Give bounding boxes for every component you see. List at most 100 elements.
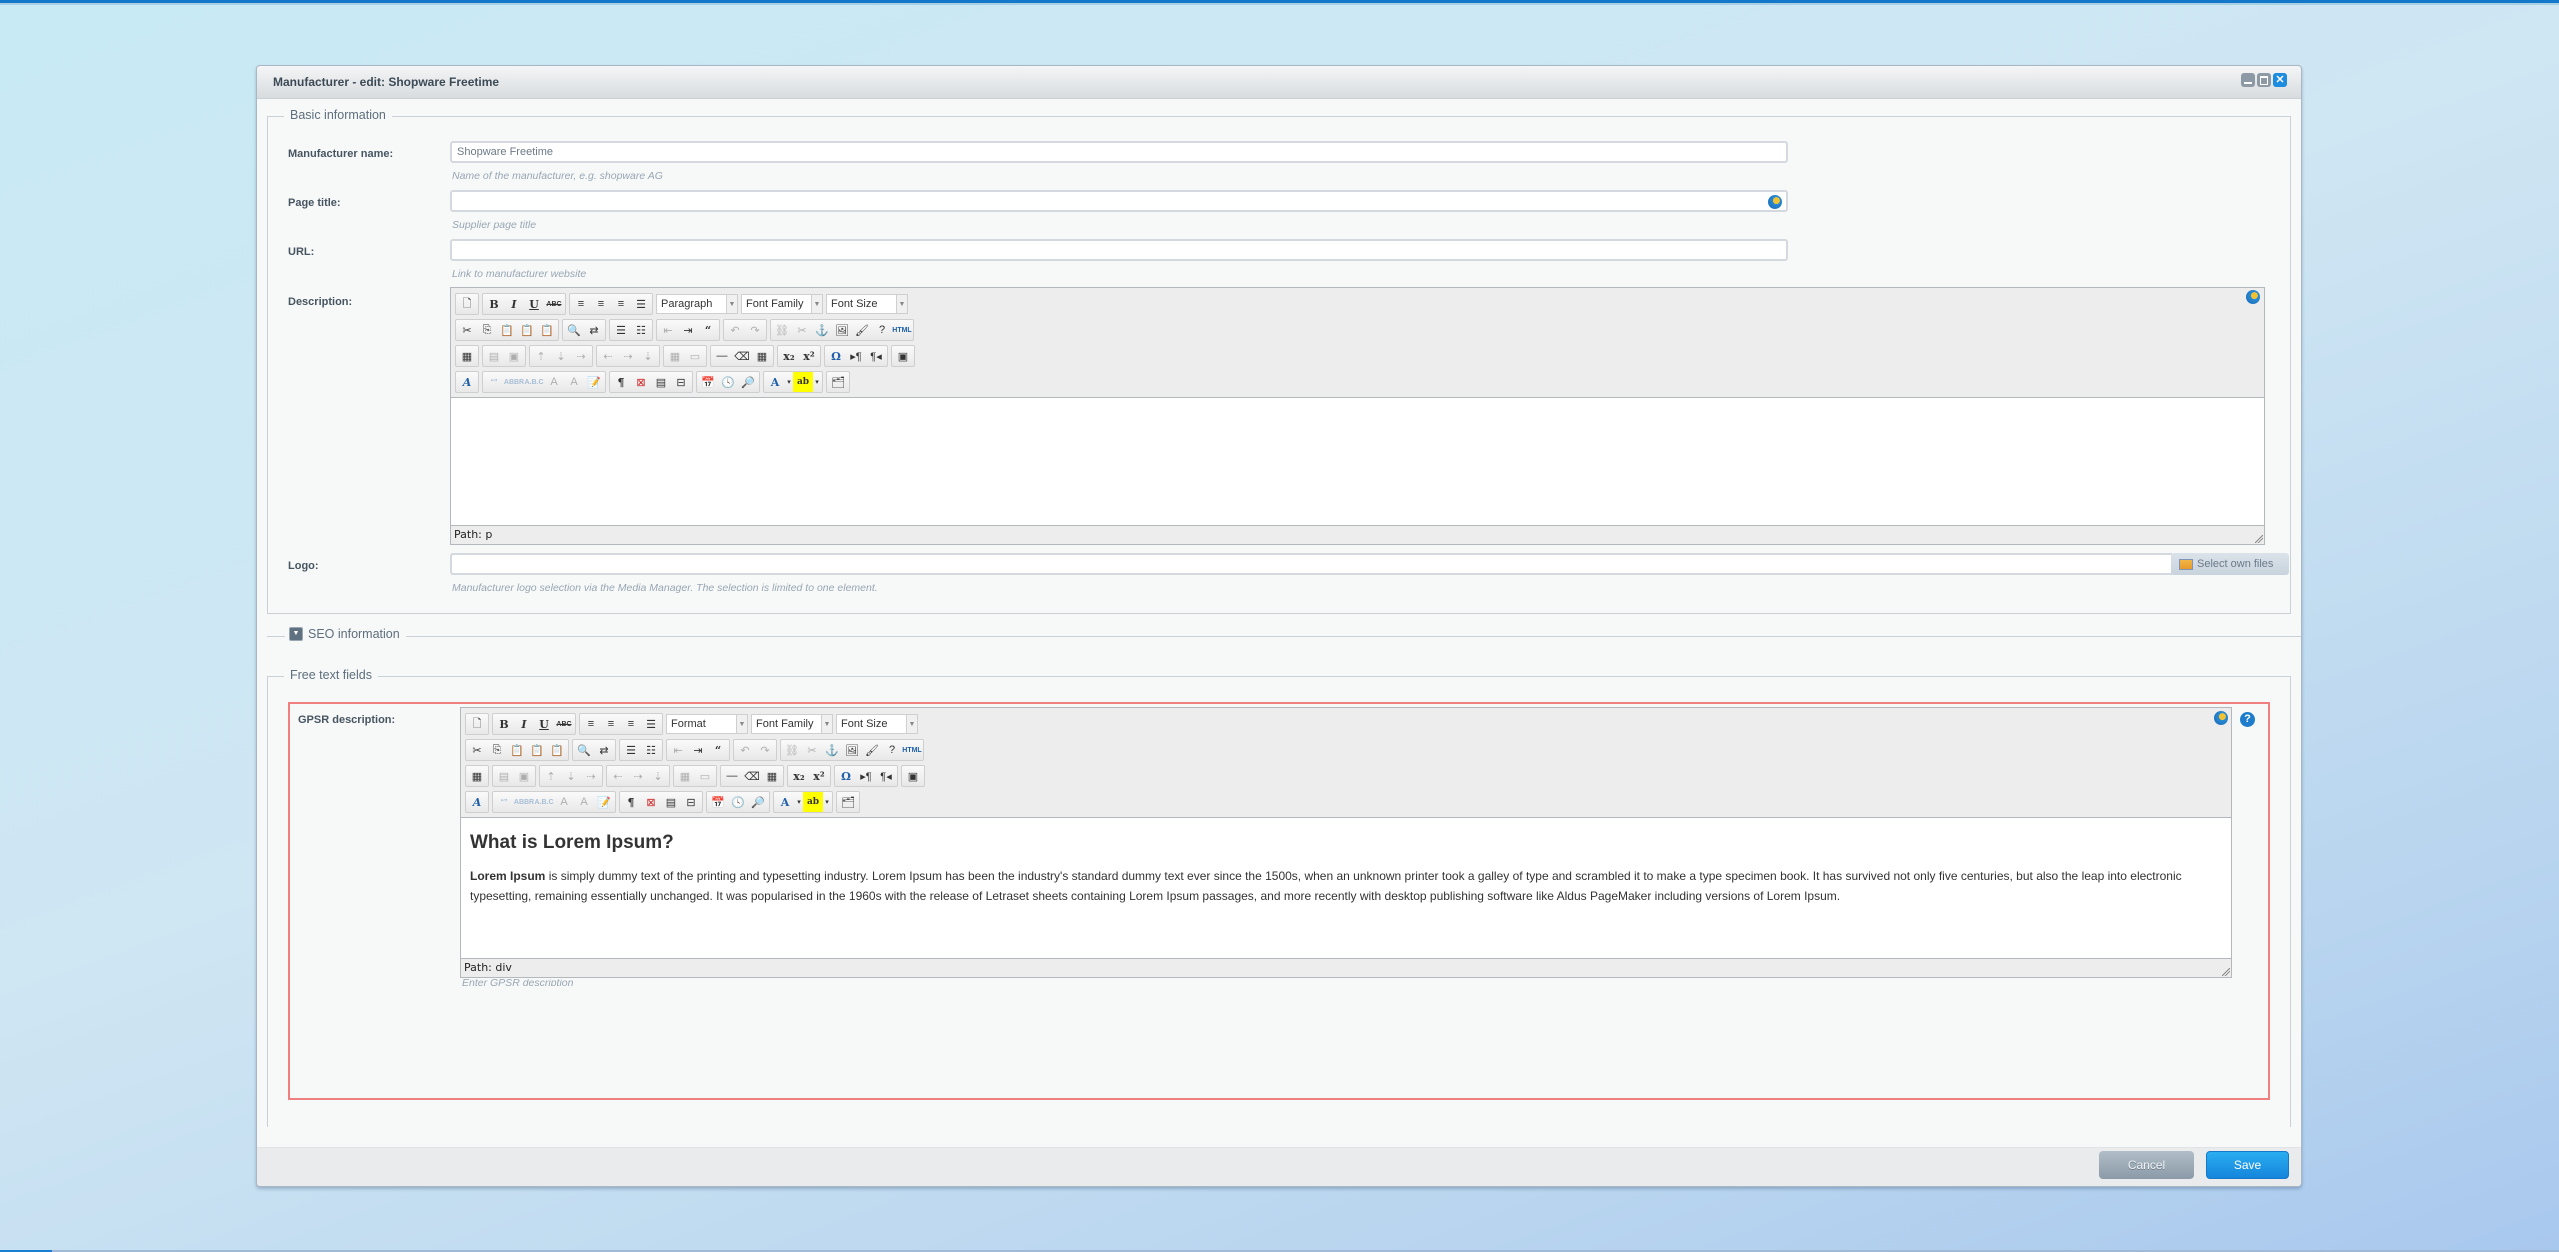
paste-text-icon[interactable]: 📋 [527,740,547,760]
delete-col-icon[interactable]: ⇣ [638,346,658,366]
abbr-icon[interactable]: ABBR [514,792,534,812]
row-props-icon[interactable]: ▤ [494,766,514,786]
delete-row-icon[interactable]: ⇢ [571,346,591,366]
align-right-icon[interactable]: ≡ [611,294,631,314]
resize-handle-icon[interactable] [2222,968,2230,976]
split-cells-icon[interactable]: ▦ [675,766,695,786]
fullscreen-icon[interactable]: ▣ [893,346,913,366]
preview-icon[interactable]: 🔎 [748,792,768,812]
merge-cells-icon[interactable]: ▭ [685,346,705,366]
attributes-icon[interactable]: 📝 [584,372,604,392]
copy-icon[interactable]: ⎘ [487,740,507,760]
fullscreen-icon[interactable]: ▣ [903,766,923,786]
blockquote-icon[interactable]: “ [708,740,728,760]
insert-time-icon[interactable]: 🕓 [718,372,738,392]
styles-icon[interactable]: A [467,792,487,812]
html-source-icon[interactable]: HTML [892,320,912,340]
preview-icon[interactable]: 🔎 [738,372,758,392]
col-after-icon[interactable]: ⇢ [618,346,638,366]
url-input[interactable] [450,239,1788,261]
superscript-icon[interactable]: x² [799,346,819,366]
find-icon[interactable]: 🔍 [564,320,584,340]
minimize-button[interactable] [2241,73,2255,87]
bold-button[interactable]: B [484,294,504,314]
maximize-button[interactable] [2257,73,2271,87]
indent-icon[interactable]: ⇥ [688,740,708,760]
col-before-icon[interactable]: ⇠ [598,346,618,366]
cite-icon[interactable]: “” [494,792,514,812]
cleanup-icon[interactable]: 🖌 [862,740,882,760]
superscript-icon[interactable]: x² [809,766,829,786]
strikethrough-button[interactable]: ABC [544,294,564,314]
delete-col-icon[interactable]: ⇣ [648,766,668,786]
anchor-icon[interactable]: ⚓ [812,320,832,340]
acronym-icon[interactable]: A.B.C [524,372,544,392]
cut-icon[interactable]: ✂ [467,740,487,760]
chevron-down-icon[interactable]: ▾ [785,372,793,392]
resize-handle-icon[interactable] [2255,535,2263,543]
link-icon[interactable]: ⛓ [782,740,802,760]
description-content-area[interactable] [451,398,2264,528]
row-after-icon[interactable]: ⇣ [561,766,581,786]
horizontal-rule-icon[interactable]: — [722,766,742,786]
manufacturer-name-input[interactable] [450,141,1788,163]
indent-icon[interactable]: ⇥ [678,320,698,340]
rtl-icon[interactable]: ¶◂ [866,346,886,366]
ltr-icon[interactable]: ▸¶ [856,766,876,786]
col-after-icon[interactable]: ⇢ [628,766,648,786]
seo-information-toggle[interactable]: ▼ SEO information [285,627,406,641]
paste-word-icon[interactable]: 📋 [537,320,557,340]
new-document-icon[interactable]: 🗋 [467,714,487,734]
redo-icon[interactable]: ↷ [755,740,775,760]
image-icon[interactable]: 🖼 [842,740,862,760]
gpsr-content-area[interactable]: What is Lorem Ipsum? Lorem Ipsum is simp… [461,818,2231,966]
align-right-icon[interactable]: ≡ [621,714,641,734]
blockquote-icon[interactable]: “ [698,320,718,340]
cancel-button[interactable]: Cancel [2099,1151,2194,1179]
translation-globe-icon[interactable] [2246,290,2260,304]
underline-button[interactable]: U [534,714,554,734]
row-after-icon[interactable]: ⇣ [551,346,571,366]
attributes-icon[interactable]: 📝 [594,792,614,812]
numbered-list-icon[interactable]: ☷ [631,320,651,340]
styles-icon[interactable]: A [457,372,477,392]
bold-button[interactable]: B [494,714,514,734]
link-icon[interactable]: ⛓ [772,320,792,340]
save-button[interactable]: Save [2206,1151,2289,1179]
help-icon[interactable]: ? [872,320,892,340]
image-icon[interactable]: 🖼 [832,320,852,340]
remove-format-icon[interactable]: ⌫ [742,766,762,786]
copy-icon[interactable]: ⎘ [477,320,497,340]
row-before-icon[interactable]: ⇡ [531,346,551,366]
align-left-icon[interactable]: ≡ [571,294,591,314]
bullet-list-icon[interactable]: ☰ [621,740,641,760]
font-family-select[interactable]: Font Family ▼ [741,294,823,314]
ins-icon[interactable]: A [564,372,584,392]
split-cells-icon[interactable]: ▦ [665,346,685,366]
align-justify-icon[interactable]: ☰ [641,714,661,734]
paste-icon[interactable]: 📋 [507,740,527,760]
format-select[interactable]: Format ▼ [666,714,748,734]
select-own-files-button[interactable]: Select own files [2171,553,2289,575]
logo-input[interactable] [450,553,2172,575]
block-format-select[interactable]: Paragraph ▼ [656,294,738,314]
ins-icon[interactable]: A [574,792,594,812]
visual-chars-icon[interactable]: ¶ [621,792,641,812]
del-icon[interactable]: A [554,792,574,812]
template-icon[interactable]: ▤ [651,372,671,392]
italic-button[interactable]: I [504,294,524,314]
visual-chars-icon[interactable]: ¶ [611,372,631,392]
cell-props-icon[interactable]: ▣ [504,346,524,366]
subscript-icon[interactable]: x₂ [789,766,809,786]
del-icon[interactable]: A [544,372,564,392]
align-center-icon[interactable]: ≡ [601,714,621,734]
new-document-icon[interactable]: 🗋 [457,294,477,314]
subscript-icon[interactable]: x₂ [779,346,799,366]
paste-word-icon[interactable]: 📋 [547,740,567,760]
cut-icon[interactable]: ✂ [457,320,477,340]
font-size-select[interactable]: Font Size ▼ [836,714,918,734]
ltr-icon[interactable]: ▸¶ [846,346,866,366]
remove-format-icon[interactable]: ⌫ [732,346,752,366]
unlink-icon[interactable]: ✂ [802,740,822,760]
chevron-down-icon[interactable]: ▾ [823,792,831,812]
